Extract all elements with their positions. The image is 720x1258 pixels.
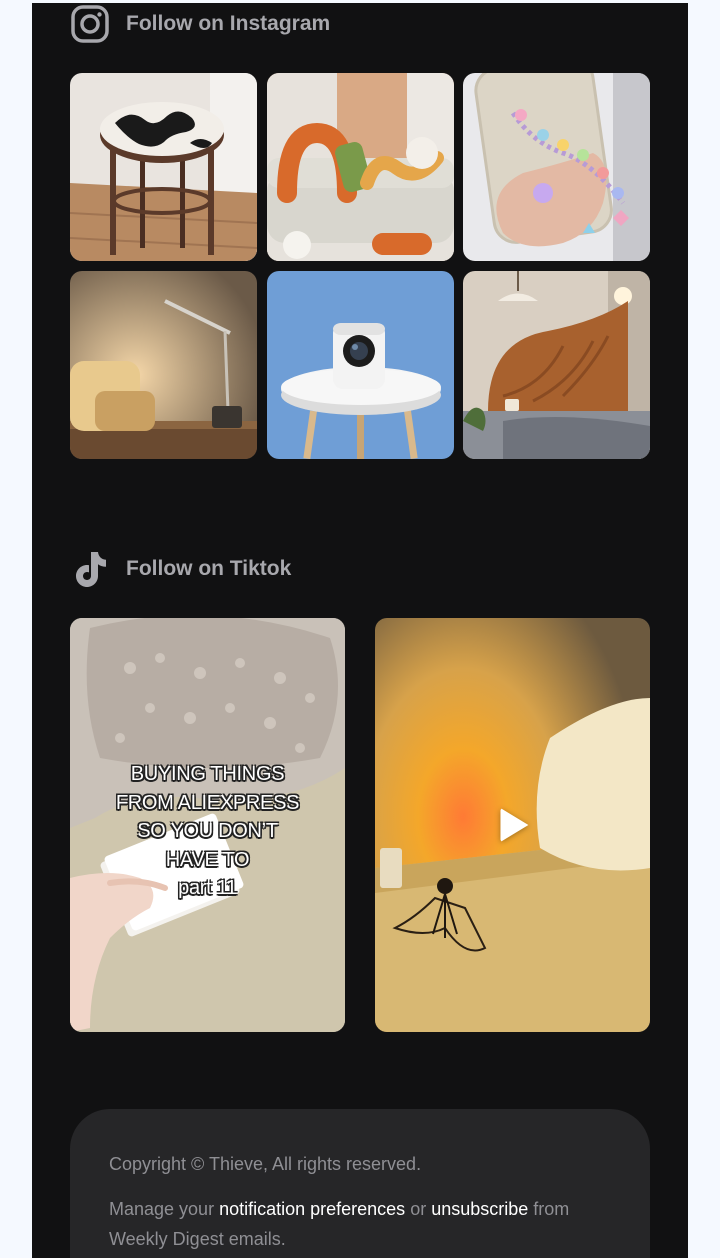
ig-post-headboard-cushion[interactable] xyxy=(463,271,650,459)
manage-prefix: Manage your xyxy=(109,1199,220,1219)
manage-preferences-text: Manage your notification preferences or … xyxy=(109,1194,611,1254)
unsubscribe-link[interactable]: unsubscribe xyxy=(431,1199,528,1219)
tiktok-heading[interactable]: Follow on Tiktok xyxy=(70,549,291,589)
tiktok-video-1[interactable]: BUYING THINGS FROM ALIEXPRESS SO YOU DON… xyxy=(70,618,345,1032)
play-icon[interactable] xyxy=(499,808,528,842)
ig-post-sofa-pillows[interactable] xyxy=(267,73,454,261)
instagram-icon xyxy=(70,4,110,44)
tiktok-video-caption: BUYING THINGS FROM ALIEXPRESS SO YOU DON… xyxy=(115,763,300,899)
ig-post-stool[interactable] xyxy=(70,73,257,261)
email-panel: Follow on Instagram Follow on Tiktok BUY… xyxy=(32,3,688,1258)
notification-preferences-link[interactable]: notification preferences xyxy=(219,1199,405,1219)
instagram-heading-label: Follow on Instagram xyxy=(126,12,331,35)
ig-post-desk-lamp[interactable] xyxy=(70,271,257,459)
instagram-heading[interactable]: Follow on Instagram xyxy=(70,4,330,44)
ig-post-projector[interactable] xyxy=(267,271,454,459)
or-text: or xyxy=(405,1199,432,1219)
copyright-text: Copyright © Thieve, All rights reserved. xyxy=(109,1154,422,1174)
footer: Copyright © Thieve, All rights reserved.… xyxy=(70,1109,650,1258)
tiktok-icon xyxy=(70,549,110,589)
tiktok-video-2[interactable] xyxy=(375,618,650,1032)
ig-post-phone-charm[interactable] xyxy=(463,73,650,261)
tiktok-heading-label: Follow on Tiktok xyxy=(126,557,292,580)
